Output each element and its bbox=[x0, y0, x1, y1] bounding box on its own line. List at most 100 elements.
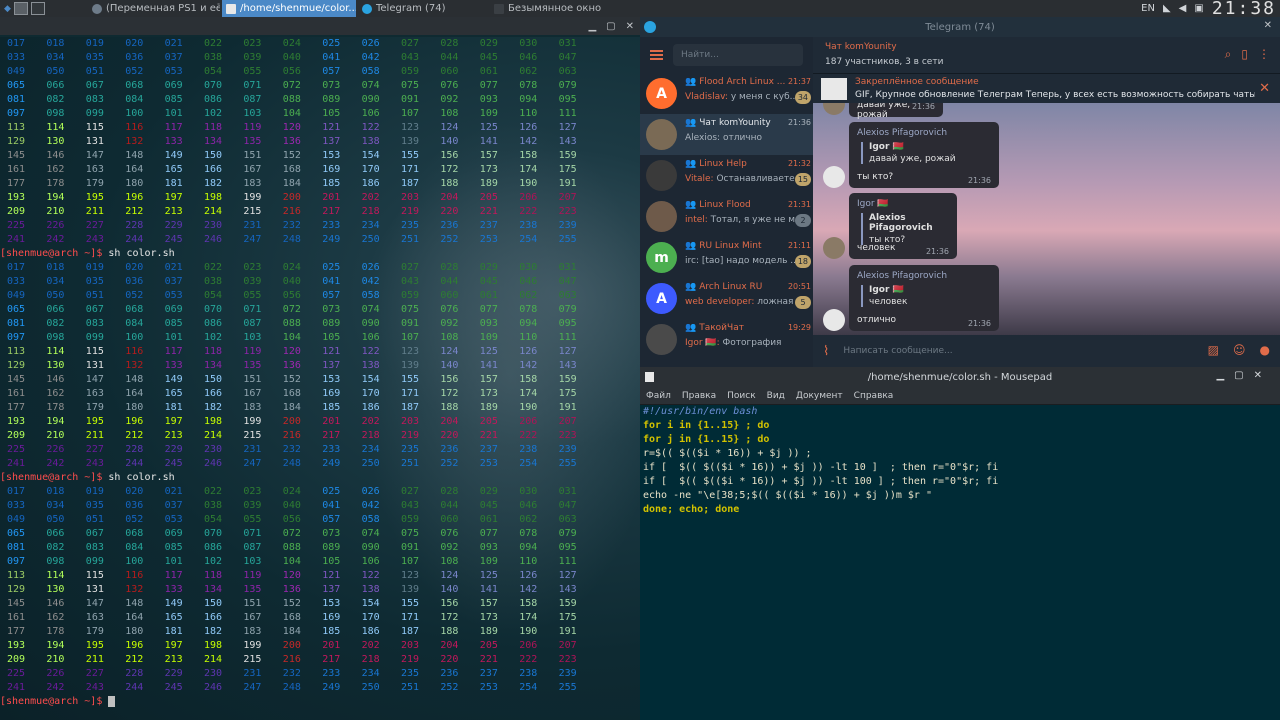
network-icon[interactable]: ◣ bbox=[1163, 3, 1171, 14]
close-icon[interactable]: ✕ bbox=[1254, 370, 1272, 381]
color-code: 201 bbox=[322, 640, 341, 651]
search-icon[interactable]: ⌕ bbox=[1225, 47, 1232, 62]
color-code: 220 bbox=[440, 430, 459, 441]
message-bubble[interactable]: Alexios Pifagorovich Igor 🇧🇾 давай уже, р… bbox=[849, 122, 999, 188]
message-time: 21:36 bbox=[967, 319, 991, 328]
message-composer: ⌇ Написать сообщение... ▨ ☺ ● bbox=[813, 335, 1280, 367]
chat-list-item[interactable]: m 👥 RU Linux Mint irc: [tao] надо модель ..… bbox=[640, 237, 813, 278]
message-bubble[interactable]: давай уже, рожай 21:36 bbox=[849, 103, 943, 120]
color-code: 173 bbox=[479, 388, 498, 399]
close-icon[interactable]: ✕ bbox=[1264, 20, 1272, 31]
color-code: 141 bbox=[479, 584, 498, 595]
task-browser[interactable]: (Переменная PS1 и её ... bbox=[88, 0, 220, 17]
color-code: 182 bbox=[204, 178, 223, 189]
color-code: 035 bbox=[85, 500, 104, 511]
color-code: 126 bbox=[519, 346, 538, 357]
task-telegram[interactable]: Telegram (74) bbox=[358, 0, 488, 17]
chat-last-message: Vitale: Останавливаете... bbox=[685, 174, 795, 184]
code-line: #!/usr/bin/env bash bbox=[643, 406, 758, 417]
more-icon[interactable]: ⋮ bbox=[1258, 47, 1270, 62]
color-code: 134 bbox=[204, 360, 223, 371]
sidebar-toggle-icon[interactable]: ▯ bbox=[1241, 47, 1248, 62]
message-bubble[interactable]: Igor 🇧🇾 Alexios Pifagorovich ты кто? чело… bbox=[849, 193, 957, 259]
color-code: 250 bbox=[361, 234, 380, 245]
pinned-message[interactable]: Закреплённое сообщение GIF, Крупное обно… bbox=[813, 73, 1280, 103]
menu-file[interactable]: Файл bbox=[646, 391, 671, 401]
color-code: 027 bbox=[401, 38, 420, 49]
color-code: 243 bbox=[85, 682, 104, 693]
color-code: 075 bbox=[401, 304, 420, 315]
color-code: 194 bbox=[46, 192, 65, 203]
color-code: 091 bbox=[401, 542, 420, 553]
color-code: 041 bbox=[322, 52, 341, 63]
color-code: 129 bbox=[7, 360, 26, 371]
chat-list-item[interactable]: 👥 ТакойЧат Igor 🇧🇾: Фотография 19:29 bbox=[640, 319, 813, 360]
color-code: 084 bbox=[125, 542, 144, 553]
color-code: 067 bbox=[85, 80, 104, 91]
chat-last-message: web developer: ложная ... bbox=[685, 297, 795, 307]
notification-icon[interactable]: ▣ bbox=[1194, 3, 1203, 14]
menu-view[interactable]: Вид bbox=[767, 391, 785, 401]
color-code: 226 bbox=[46, 444, 65, 455]
close-pinned-icon[interactable]: ✕ bbox=[1259, 81, 1270, 96]
chat-list-item[interactable]: 👥 Чат komYounity Alexios: отлично 21:36 bbox=[640, 114, 813, 155]
chat-list-item[interactable]: 👥 Linux Help Vitale: Останавливаете... 21:3… bbox=[640, 155, 813, 196]
menu-help[interactable]: Справка bbox=[854, 391, 894, 401]
maximize-icon[interactable]: ▢ bbox=[606, 21, 615, 32]
avatar[interactable] bbox=[823, 103, 845, 115]
color-code: 229 bbox=[164, 220, 183, 231]
chat-list-item[interactable]: A👥Arch Linux RUweb developer: ложная ...… bbox=[640, 278, 813, 319]
workspace-1[interactable] bbox=[13, 2, 28, 15]
task-label: Безымянное окно bbox=[508, 3, 602, 14]
color-row: 193 194 195 196 197 198 199 200 201 202 203 204 205 2… bbox=[0, 191, 640, 205]
maximize-icon[interactable]: ▢ bbox=[1234, 370, 1253, 381]
mousepad-window[interactable]: /home/shenmue/color.sh - Mousepad ▁▢✕ Фа… bbox=[640, 367, 1280, 720]
color-code: 199 bbox=[243, 192, 262, 203]
chat-list-item[interactable]: 👥 Linux Flood intel: Тотал, я уже не м... 2… bbox=[640, 196, 813, 237]
avatar[interactable] bbox=[823, 166, 845, 188]
message-area[interactable]: давай уже, рожай 21:36 Alexios Pifagorov… bbox=[813, 103, 1280, 335]
workspace-2[interactable] bbox=[30, 2, 45, 15]
menu-edit[interactable]: Правка bbox=[682, 391, 716, 401]
message-input[interactable]: Написать сообщение... bbox=[843, 346, 952, 356]
hamburger-menu-icon[interactable] bbox=[650, 50, 663, 60]
color-code: 043 bbox=[401, 500, 420, 511]
color-code: 244 bbox=[125, 682, 144, 693]
color-code: 177 bbox=[7, 626, 26, 637]
color-code: 164 bbox=[125, 164, 144, 175]
chat-header[interactable]: Чат komYounity 187 участников, 3 в сети … bbox=[813, 37, 1280, 73]
avatar[interactable] bbox=[823, 309, 845, 331]
chat-list-item[interactable]: A 👥 Flood Arch Linux ... Vladislav: у меня … bbox=[640, 73, 813, 114]
color-code: 052 bbox=[125, 66, 144, 77]
minimize-icon[interactable]: ▁ bbox=[588, 21, 596, 32]
commands-icon[interactable]: ▨ bbox=[1208, 343, 1219, 357]
emoji-icon[interactable]: ☺ bbox=[1233, 343, 1246, 357]
attach-icon[interactable]: ⌇ bbox=[823, 344, 829, 359]
volume-icon[interactable]: ◀ bbox=[1179, 3, 1187, 14]
menu-icon[interactable]: ◆ bbox=[4, 4, 11, 14]
telegram-window[interactable]: Telegram (74) ✕ Найти... A 👥 Flood Arch Li… bbox=[640, 17, 1280, 367]
task-mousepad[interactable]: /home/shenmue/color... bbox=[222, 0, 356, 17]
microphone-icon[interactable]: ● bbox=[1260, 343, 1270, 357]
color-code: 042 bbox=[361, 500, 380, 511]
color-code: 251 bbox=[401, 458, 420, 469]
color-code: 023 bbox=[243, 38, 262, 49]
message-bubble[interactable]: Alexios Pifagorovich Igor 🇧🇾 человек отли… bbox=[849, 265, 999, 331]
keyboard-layout[interactable]: EN bbox=[1141, 3, 1155, 14]
menu-search[interactable]: Поиск bbox=[727, 391, 756, 401]
task-terminal[interactable]: Безымянное окно bbox=[490, 0, 610, 17]
color-row: 017 018 019 020 021 022 023 024 025 026 027 028 029 0… bbox=[0, 485, 640, 499]
terminal-output[interactable]: 017 018 019 020 021 022 023 024 025 026 027 028 029 0… bbox=[0, 37, 640, 720]
menu-document[interactable]: Документ bbox=[796, 391, 843, 401]
editor-text-area[interactable]: #!/usr/bin/env bash for i in {1..15} ; d… bbox=[640, 405, 1280, 720]
clock[interactable]: 21:38 bbox=[1212, 0, 1276, 18]
terminal-window[interactable]: ▁ ▢ ✕ 017 018 019 020 021 022 023 024 025 026 027 0… bbox=[0, 17, 640, 720]
color-code: 085 bbox=[164, 318, 183, 329]
search-input[interactable]: Найти... bbox=[673, 44, 803, 66]
color-code: 126 bbox=[519, 122, 538, 133]
color-code: 084 bbox=[125, 318, 144, 329]
avatar[interactable] bbox=[823, 237, 845, 259]
minimize-icon[interactable]: ▁ bbox=[1216, 370, 1234, 381]
close-icon[interactable]: ✕ bbox=[626, 21, 634, 32]
color-code: 042 bbox=[361, 276, 380, 287]
